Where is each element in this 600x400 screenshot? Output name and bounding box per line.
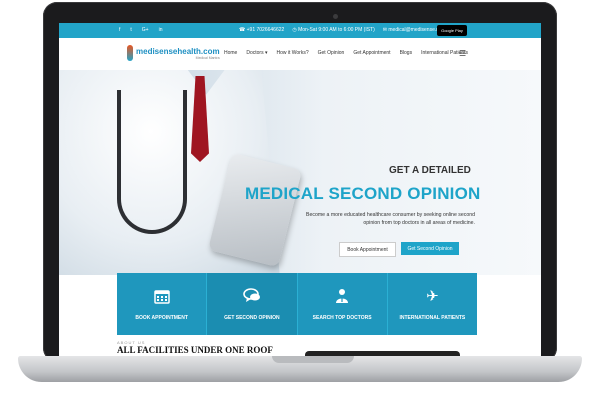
nav-how-it-works[interactable]: How it Works? <box>276 50 308 56</box>
feature-international-patients[interactable]: ✈ INTERNATIONAL PATIENTS <box>387 273 477 335</box>
email-address: medical@medisense.me <box>388 27 444 33</box>
base-notch <box>272 356 354 363</box>
business-hours: ◷ Mon-Sat 9:00 AM to 6:00 PM (IST) <box>292 27 375 33</box>
hours-text: Mon-Sat 9:00 AM to 6:00 PM (IST) <box>298 27 375 33</box>
nav-get-opinion[interactable]: Get Opinion <box>318 50 345 56</box>
get-second-opinion-button[interactable]: Get Second Opinion <box>401 242 459 255</box>
email-link[interactable]: ✉ medical@medisense.me <box>383 27 443 33</box>
feature-label: INTERNATIONAL PATIENTS <box>399 314 466 321</box>
nav-blogs[interactable]: Blogs <box>400 50 413 56</box>
airplane-icon: ✈ <box>426 287 439 305</box>
linkedin-icon[interactable]: in <box>159 27 163 34</box>
feature-search-doctors[interactable]: SEARCH TOP DOCTORS <box>297 273 388 335</box>
logo-tagline: Medical Mantra <box>195 55 220 60</box>
phone-number: +91 7026646622 <box>246 27 285 33</box>
feature-label: GET SECOND OPINION <box>224 314 280 321</box>
feature-second-opinion[interactable]: GET SECOND OPINION <box>207 273 298 335</box>
stethoscope-image <box>117 90 187 234</box>
nav-get-appointment[interactable]: Get Appointment <box>353 50 390 56</box>
twitter-icon[interactable]: t <box>130 27 131 34</box>
main-navbar: medisensehealth.com Medical Mantra Home … <box>59 38 541 71</box>
social-links: f t G+ in <box>119 27 163 34</box>
google-play-badge[interactable]: Google Play <box>437 25 467 36</box>
feature-label: BOOK APPOINTMENT <box>135 314 188 321</box>
phone-link[interactable]: ☎ +91 7026646622 <box>239 27 284 33</box>
contact-info: ☎ +91 7026646622 ◷ Mon-Sat 9:00 AM to 6:… <box>239 27 443 33</box>
logo-dna-icon <box>127 45 133 61</box>
chat-bubbles-icon <box>243 287 261 306</box>
doctor-icon <box>333 288 351 306</box>
nav-doctors[interactable]: Doctors ▾ <box>246 50 267 56</box>
laptop-screen: f t G+ in ☎ +91 7026646622 ◷ Mon-Sat 9:0… <box>59 23 541 356</box>
google-plus-icon[interactable]: G+ <box>142 27 149 34</box>
top-bar: f t G+ in ☎ +91 7026646622 ◷ Mon-Sat 9:0… <box>59 23 541 38</box>
about-section: ABOUT US ALL FACILITIES UNDER ONE ROOF <box>59 335 541 356</box>
hero-description: Become a more educated healthcare consum… <box>306 212 475 226</box>
site-logo[interactable]: medisensehealth.com Medical Mantra <box>127 45 220 61</box>
hamburger-menu-icon[interactable]: ☰ <box>459 49 466 58</box>
book-appointment-button[interactable]: Book Appointment <box>339 242 396 257</box>
facebook-icon[interactable]: f <box>119 27 120 34</box>
logo-wordmark: medisensehealth.com Medical Mantra <box>136 47 220 60</box>
hero-title: MEDICAL SECOND OPINION <box>245 184 481 203</box>
hero-subtitle: GET A DETAILED <box>389 165 471 176</box>
nav-links: Home Doctors ▾ How it Works? Get Opinion… <box>224 50 468 56</box>
nav-home[interactable]: Home <box>224 50 237 56</box>
feature-book-appointment[interactable]: BOOK APPOINTMENT <box>117 273 208 335</box>
feature-tiles: BOOK APPOINTMENT GET SECOND OPINION SEAR… <box>117 273 477 335</box>
about-title: ALL FACILITIES UNDER ONE ROOF <box>117 345 273 355</box>
hero-banner: GET A DETAILED MEDICAL SECOND OPINION Be… <box>59 70 541 275</box>
calendar-icon <box>153 288 171 306</box>
webcam <box>333 14 338 19</box>
logo-name: medisensehealth.com <box>136 46 220 56</box>
feature-label: SEARCH TOP DOCTORS <box>312 314 372 321</box>
laptop-base <box>18 356 582 382</box>
